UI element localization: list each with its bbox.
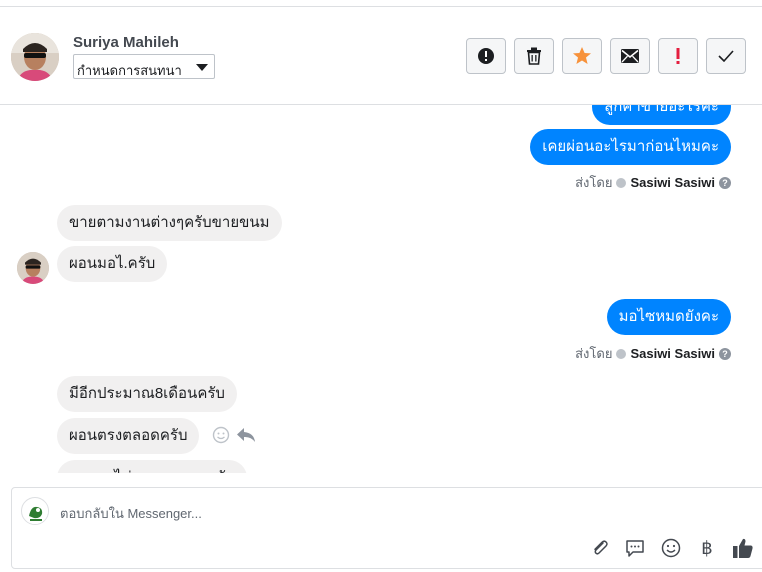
- message-thread[interactable]: ลูกค้าขายอะไรคะ เคยผ่อนอะไรมาก่อนไหมคะ ส…: [0, 105, 762, 473]
- emoji-react-icon[interactable]: [212, 426, 230, 449]
- delete-button[interactable]: [514, 38, 554, 74]
- contact-photo: [11, 33, 59, 81]
- emoji-icon[interactable]: [660, 537, 682, 559]
- payment-icon[interactable]: ฿: [696, 537, 718, 559]
- mark-unread-button[interactable]: [610, 38, 650, 74]
- block-icon: [478, 48, 494, 64]
- like-icon[interactable]: [732, 537, 754, 559]
- message-bubble-outgoing[interactable]: เคยผ่อนอะไรมาก่อนไหมคะ: [530, 129, 731, 165]
- conversation-label-select[interactable]: กำหนดการสนทนา: [73, 54, 215, 79]
- page-logo-icon: [23, 499, 48, 524]
- sent-by-label: ส่งโดย Sasiwi Sasiwi ?: [575, 343, 731, 364]
- star-icon: [573, 47, 591, 64]
- checkmark-icon: [718, 50, 734, 62]
- reply-icon[interactable]: [236, 427, 256, 448]
- sent-by-label: ส่งโดย Sasiwi Sasiwi ?: [575, 172, 731, 193]
- contact-avatar[interactable]: [11, 33, 59, 81]
- trash-icon: [527, 47, 541, 65]
- message-bubble-incoming[interactable]: มีอีกประมาณ8เดือนครับ: [57, 376, 237, 412]
- mark-spam-button[interactable]: [658, 38, 698, 74]
- sent-by-prefix: ส่งโดย: [575, 175, 613, 190]
- mark-done-button[interactable]: [706, 38, 746, 74]
- help-icon[interactable]: ?: [719, 176, 731, 189]
- message-bubble-incoming[interactable]: ขายตามงานต่างๆครับขายขนม: [57, 205, 282, 241]
- envelope-icon: [621, 49, 639, 63]
- label-select-value: กำหนดการสนทนา: [77, 63, 182, 78]
- sent-by-agent: Sasiwi Sasiwi: [630, 346, 715, 361]
- message-bubble-outgoing[interactable]: มอไซหมดยังคะ: [606, 299, 731, 335]
- page-avatar: [21, 497, 49, 525]
- verified-check-icon: [616, 348, 627, 359]
- block-button[interactable]: [466, 38, 506, 74]
- conversation-header: Suriya Mahileh กำหนดการสนทนา: [0, 7, 762, 105]
- caret-down-icon: [196, 64, 208, 71]
- contact-avatar-small: [17, 252, 49, 284]
- exclamation-icon: [676, 48, 680, 64]
- saved-replies-icon[interactable]: [624, 537, 646, 559]
- star-button[interactable]: [562, 38, 602, 74]
- message-bubble-outgoing[interactable]: ลูกค้าขายอะไรคะ: [592, 105, 731, 125]
- contact-photo: [17, 252, 49, 284]
- message-bubble-incoming[interactable]: ผอนตรงตลอดครับ: [57, 418, 200, 454]
- contact-name[interactable]: Suriya Mahileh: [73, 34, 179, 51]
- message-bubble-incoming[interactable]: ผอนมอไ.ครับ: [57, 246, 168, 282]
- attachment-icon[interactable]: [589, 537, 611, 559]
- reply-input[interactable]: ตอบกลับใน Messenger...: [60, 503, 202, 524]
- sent-by-agent: Sasiwi Sasiwi: [630, 175, 715, 190]
- verified-check-icon: [616, 177, 627, 188]
- message-bubble-incoming[interactable]: ผอนรถไม่เคยขาดเลยครับ: [57, 460, 247, 473]
- sent-by-prefix: ส่งโดย: [575, 346, 613, 361]
- reply-composer[interactable]: ตอบกลับใน Messenger... ฿: [11, 487, 762, 569]
- help-icon[interactable]: ?: [719, 347, 731, 360]
